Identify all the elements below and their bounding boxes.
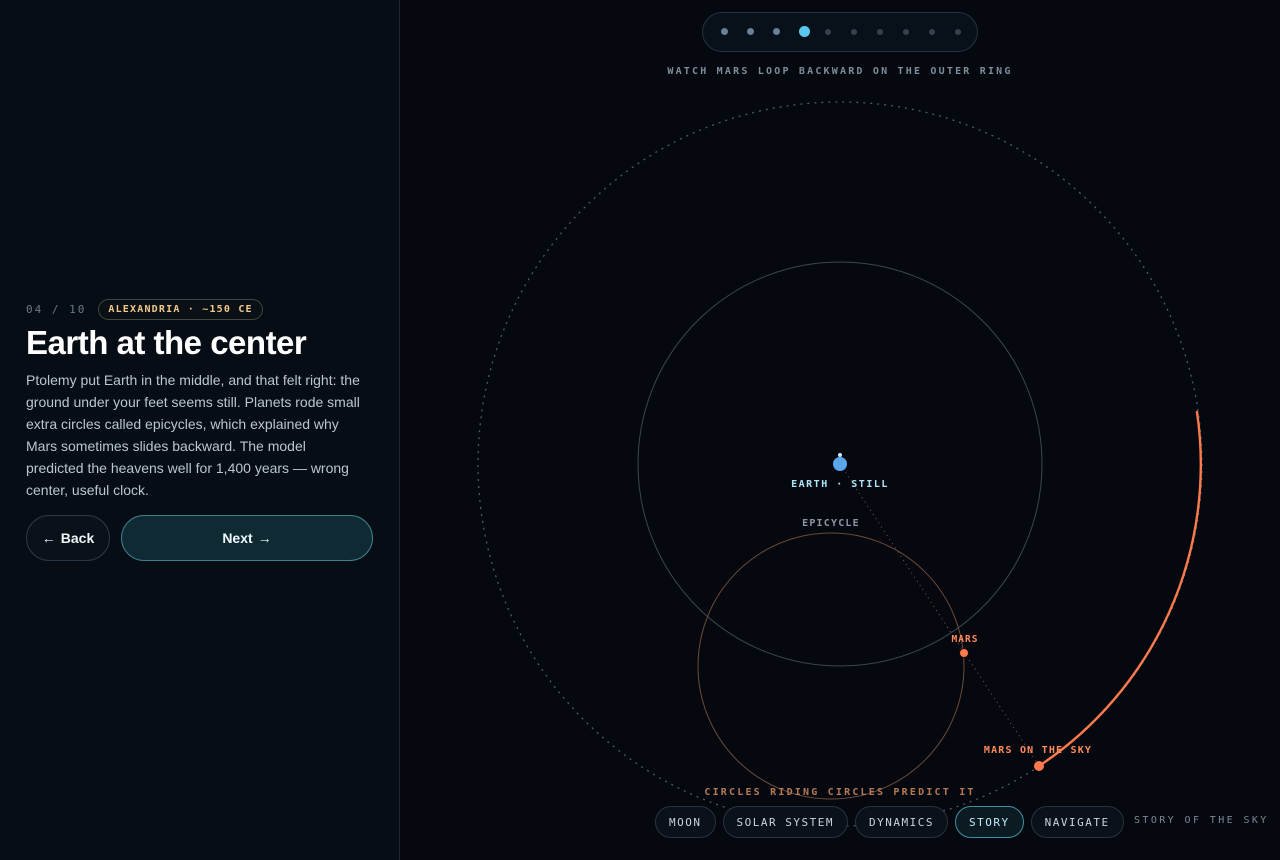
mars-sky-label: MARS ON THE SKY: [984, 745, 1092, 756]
mars-sky-trail: [1037, 410, 1202, 768]
observer-dot: [838, 453, 842, 457]
earth-label: EARTH · STILL: [791, 479, 889, 490]
nav-solar-system[interactable]: SOLAR SYSTEM: [722, 806, 848, 838]
brand-label: STORY OF THE SKY: [1134, 815, 1269, 826]
nav-story[interactable]: STORY: [954, 806, 1024, 838]
nav-dynamics[interactable]: DYNAMICS: [854, 806, 948, 838]
mars-dot: [959, 648, 969, 658]
epicycle-label: EPICYCLE: [802, 518, 860, 529]
section-nav: MOON SOLAR SYSTEM DYNAMICS STORY NAVIGAT…: [655, 806, 1124, 838]
line-of-sight: [839, 463, 1040, 767]
earth-dot: [833, 457, 847, 471]
mars-label: MARS: [952, 634, 979, 645]
nav-moon[interactable]: MOON: [655, 806, 716, 838]
mars-sky-dot: [1034, 761, 1044, 771]
nav-navigate[interactable]: NAVIGATE: [1030, 806, 1124, 838]
geocentric-diagram: EARTH · STILL EPICYCLE MARS MARS ON THE …: [477, 101, 1203, 827]
diagram-caption-bottom: CIRCLES RIDING CIRCLES PREDICT IT: [704, 787, 976, 798]
